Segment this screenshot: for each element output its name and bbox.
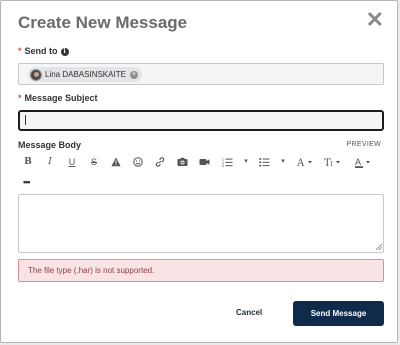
link-icon[interactable]	[154, 155, 166, 169]
send-message-button[interactable]: Send Message	[293, 301, 384, 326]
recipient-chip: Lina DABASINSKAITE ×	[28, 67, 142, 82]
text-color-icon[interactable]: A	[355, 155, 371, 169]
subject-input[interactable]	[18, 110, 384, 131]
create-message-dialog: Create New Message ✕ * Send to i Lina DABA…	[0, 0, 398, 343]
subject-label-text: Message Subject	[24, 93, 98, 103]
body-label: Message Body	[18, 140, 82, 150]
more-options-icon[interactable]: •••	[23, 177, 31, 187]
editor-toolbar: B I U S 123 ▾ ▾ A TI A	[18, 155, 388, 171]
text-cursor	[25, 115, 26, 125]
warning-icon[interactable]	[110, 155, 122, 169]
emoji-icon[interactable]	[132, 155, 144, 169]
message-body-editor[interactable]	[18, 194, 384, 253]
info-icon[interactable]: i	[60, 47, 69, 56]
italic-button[interactable]: I	[44, 155, 56, 169]
send-to-field[interactable]: Lina DABASINSKAITE ×	[18, 63, 384, 85]
svg-text:I: I	[331, 161, 334, 167]
dialog-title: Create New Message	[18, 13, 188, 32]
remove-recipient-icon[interactable]: ×	[129, 70, 138, 79]
close-icon[interactable]: ✕	[366, 9, 384, 31]
svg-text:A: A	[355, 157, 361, 167]
strikethrough-button[interactable]: S	[88, 155, 100, 169]
resize-handle-icon[interactable]	[376, 244, 382, 250]
cancel-button[interactable]: Cancel	[236, 308, 262, 317]
error-message: The file type (.har) is not supported.	[18, 259, 384, 282]
numbered-list-icon[interactable]: 123	[221, 155, 233, 169]
font-size-icon[interactable]: TI	[324, 155, 341, 169]
bold-button[interactable]: B	[22, 155, 34, 169]
bullet-list-icon[interactable]	[258, 155, 270, 169]
preview-button[interactable]: PREVIEW	[347, 141, 381, 148]
send-to-label-text: Send to	[24, 46, 58, 56]
svg-text:A: A	[297, 158, 305, 167]
numbered-list-dropdown-icon[interactable]: ▾	[240, 155, 252, 169]
video-icon[interactable]	[198, 155, 210, 169]
recipient-name: Lina DABASINSKAITE	[45, 70, 126, 79]
send-to-label: * Send to i	[18, 46, 69, 56]
underline-button[interactable]: U	[66, 155, 78, 169]
svg-text:3: 3	[222, 164, 224, 167]
bullet-list-dropdown-icon[interactable]: ▾	[277, 155, 289, 169]
required-mark: *	[18, 93, 22, 103]
camera-icon[interactable]	[176, 155, 188, 169]
avatar	[30, 68, 42, 81]
required-mark: *	[18, 46, 22, 56]
font-family-icon[interactable]: A	[297, 155, 313, 169]
subject-label: * Message Subject	[18, 93, 98, 103]
